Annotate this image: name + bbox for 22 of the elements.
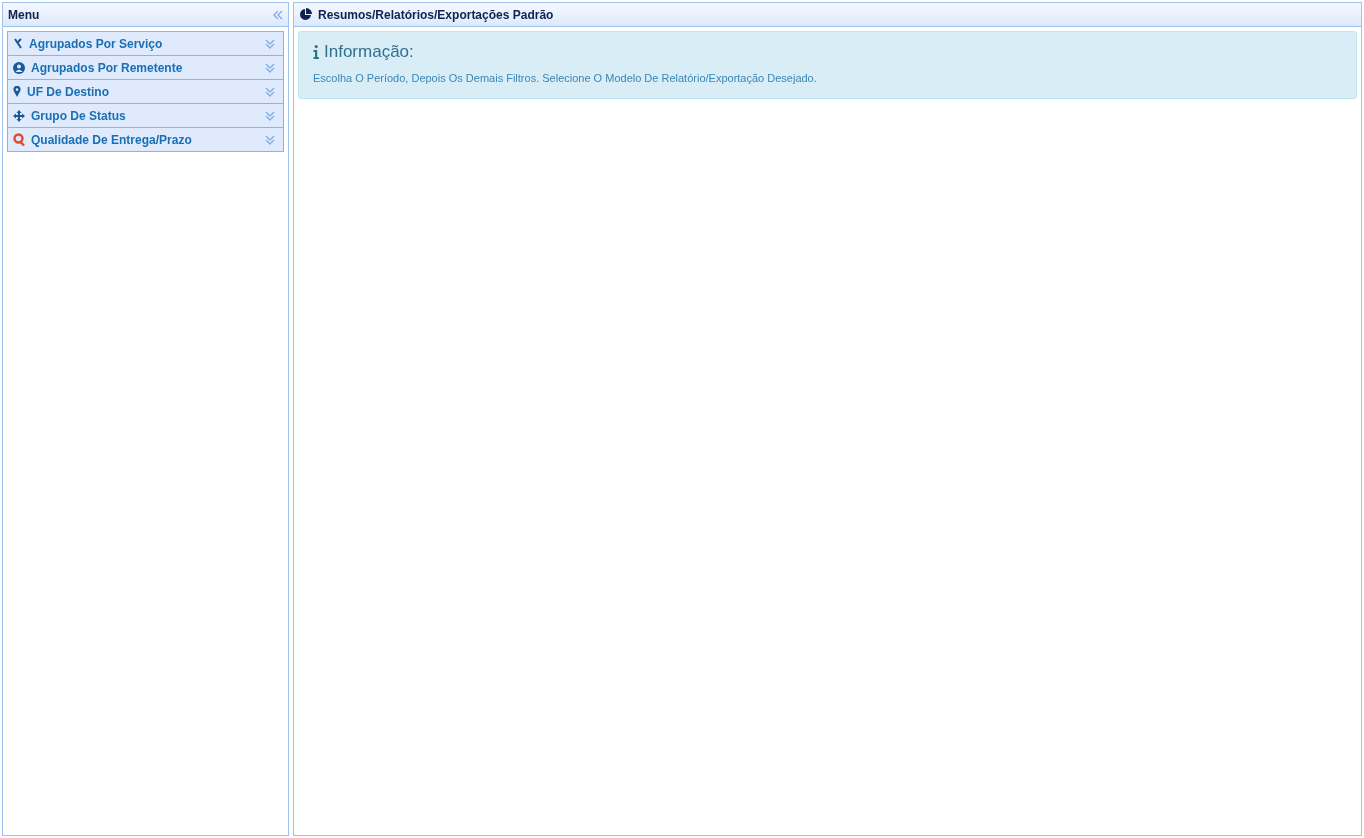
info-heading: Informação: <box>324 42 414 62</box>
accordion-header[interactable]: Agrupados Por Remetente <box>8 55 283 79</box>
chevrons-down-icon[interactable] <box>265 110 275 121</box>
accordion-header[interactable]: Grupo De Status <box>8 103 283 127</box>
x-shape-icon <box>13 38 23 49</box>
accordion-header[interactable]: UF De Destino <box>8 79 283 103</box>
pie-chart-icon <box>299 8 312 21</box>
map-pin-icon <box>13 86 21 97</box>
chevrons-down-icon[interactable] <box>265 134 275 145</box>
move-arrows-icon <box>13 109 25 122</box>
chevrons-down-icon[interactable] <box>265 38 275 49</box>
accordion-header[interactable]: Agrupados Por Serviço <box>8 32 283 55</box>
collapse-icon[interactable] <box>273 9 283 20</box>
info-icon <box>313 45 319 59</box>
magnifier-q-icon <box>13 133 25 146</box>
user-icon <box>13 61 25 74</box>
chevrons-down-icon[interactable] <box>265 86 275 97</box>
menu-title: Menu <box>8 7 41 22</box>
accordion-header[interactable]: Qualidade De Entrega/Prazo <box>8 127 283 151</box>
info-text: Escolha O Período, Depois Os Demais Filtros. Selecione O Modelo De Relatório/Exportação Desejado. <box>313 72 818 84</box>
chevrons-down-icon[interactable] <box>265 62 275 73</box>
content-title: Resumos/Relatórios/Exportações Padrão <box>318 7 555 22</box>
